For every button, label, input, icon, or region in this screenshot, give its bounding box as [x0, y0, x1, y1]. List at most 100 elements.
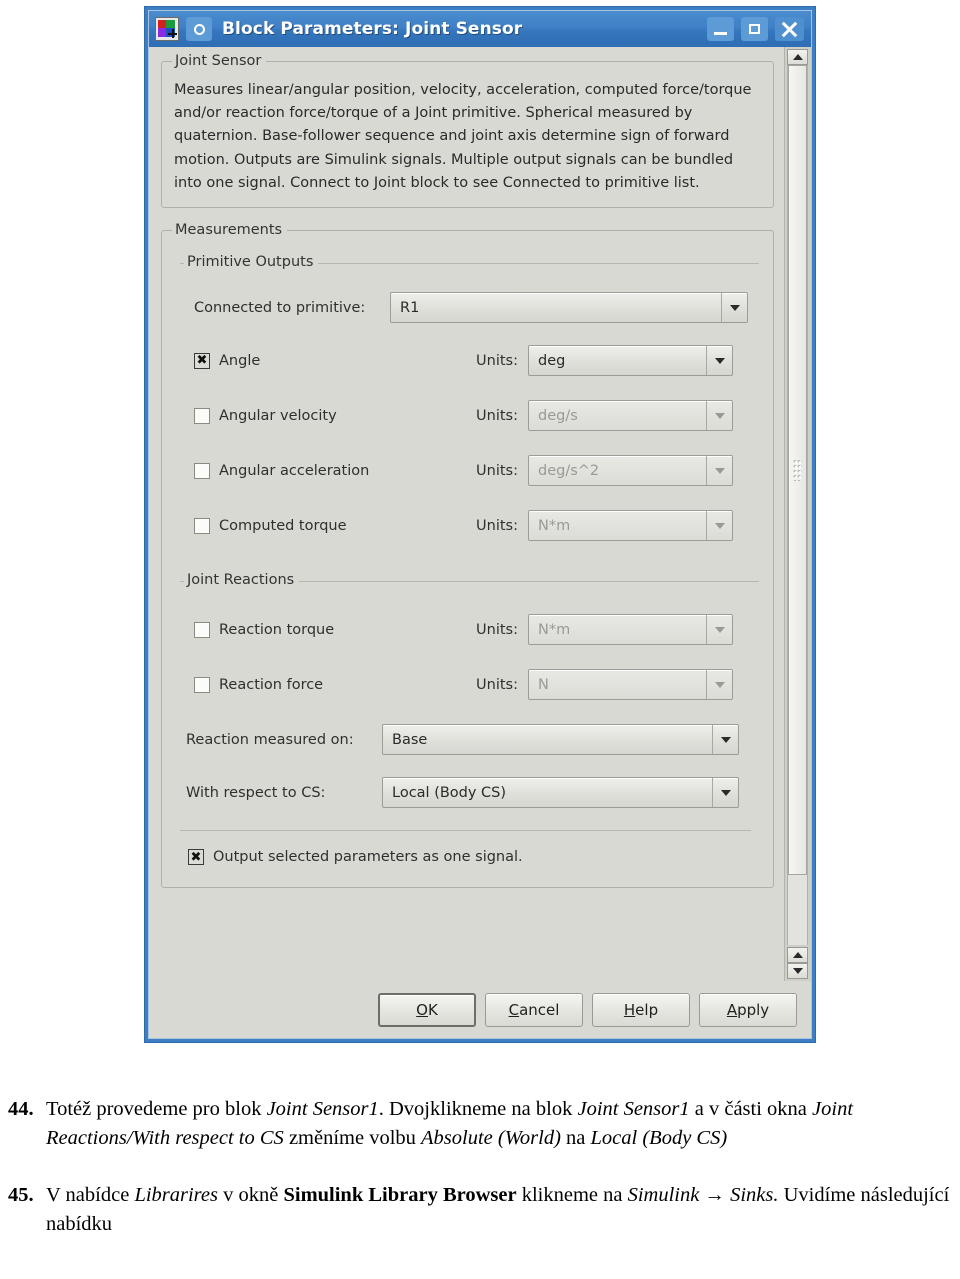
angle-label: Angle [219, 352, 261, 369]
angular-acceleration-checkbox[interactable] [194, 462, 210, 479]
reaction-force-checkbox[interactable] [194, 676, 210, 693]
connected-to-primitive-dropdown[interactable]: R1 [390, 292, 748, 324]
reaction-torque-units-value: N*m [538, 621, 571, 638]
angle-units-value: deg [538, 352, 566, 369]
apply-button-label: pply [737, 1001, 770, 1019]
units-label: Units: [476, 517, 518, 534]
joint-reactions-title: Joint Reactions [184, 572, 300, 589]
output-one-signal-checkbox[interactable]: ✖ [188, 849, 204, 866]
section-divider [180, 830, 751, 832]
maximize-button[interactable] [741, 17, 768, 41]
help-button-accel: H [623, 1001, 636, 1019]
joint-reaction-row: Reaction force Units: N [180, 669, 759, 701]
connected-to-primitive-label: Connected to primitive: [194, 299, 366, 316]
angular-acceleration-units-dropdown[interactable]: deg/s^2 [528, 455, 733, 487]
apply-button-accel: A [726, 1001, 738, 1019]
angular-velocity-checkbox-wrap[interactable]: Angular velocity [194, 407, 466, 424]
chevron-down-icon [706, 615, 732, 645]
window-controls [707, 17, 806, 41]
reaction-force-label: Reaction force [219, 676, 324, 693]
angular-acceleration-units-value: deg/s^2 [538, 462, 600, 479]
help-button-label: elp [635, 1001, 659, 1019]
angular-velocity-units-value: deg/s [538, 407, 578, 424]
circle-icon [186, 17, 212, 41]
output-one-signal-checkbox-wrap[interactable]: ✖ Output selected parameters as one sign… [188, 849, 523, 866]
primitive-output-row: ✖ Angle Units: deg [180, 345, 759, 377]
scrollbar-thumb[interactable] [788, 65, 807, 875]
primitive-output-row: Computed torque Units: N*m [180, 510, 759, 542]
help-button[interactable]: Help [592, 993, 690, 1027]
description-text: Measures linear/angular position, veloci… [174, 82, 752, 191]
measurements-group: Measurements Primitive Outputs Connected… [161, 222, 774, 889]
computed-torque-label: Computed torque [219, 517, 347, 534]
units-label: Units: [476, 352, 518, 369]
minimize-button[interactable] [707, 17, 734, 41]
angle-checkbox-wrap[interactable]: ✖ Angle [194, 352, 466, 369]
reaction-force-checkbox-wrap[interactable]: Reaction force [194, 676, 466, 693]
reaction-torque-checkbox-wrap[interactable]: Reaction torque [194, 621, 466, 638]
angular-velocity-checkbox[interactable] [194, 407, 210, 424]
scrollbar-track[interactable] [787, 65, 808, 945]
measurements-group-title: Measurements [172, 222, 288, 239]
check-mark-icon: ✖ [196, 353, 208, 369]
title-bar[interactable]: Block Parameters: Joint Sensor [149, 11, 811, 47]
cancel-button[interactable]: Cancel [485, 993, 583, 1027]
dialog-inner: Block Parameters: Joint Sensor Joint Sen… [148, 10, 812, 1039]
scroll-down-button[interactable] [787, 963, 808, 979]
chevron-down-icon [706, 456, 732, 486]
computed-torque-units-dropdown[interactable]: N*m [528, 510, 733, 542]
with-respect-to-cs-row: With respect to CS: Local (Body CS) [180, 777, 759, 809]
block-parameters-dialog: Block Parameters: Joint Sensor Joint Sen… [144, 6, 816, 1043]
reaction-force-units-dropdown[interactable]: N [528, 669, 733, 701]
dialog-button-bar: OK Cancel Help Apply [149, 981, 811, 1038]
cancel-button-accel: C [508, 1001, 520, 1019]
reaction-torque-units-dropdown[interactable]: N*m [528, 614, 733, 646]
grip-icon [793, 458, 802, 481]
scroll-up-button-bottom[interactable] [787, 947, 808, 963]
chevron-down-icon [721, 293, 747, 323]
caption-text: Totéž provedeme pro blok Joint Sensor1. … [46, 1098, 854, 1149]
reaction-torque-label: Reaction torque [219, 621, 335, 638]
chevron-down-icon [706, 401, 732, 431]
with-respect-to-cs-dropdown[interactable]: Local (Body CS) [382, 777, 739, 809]
reaction-measured-on-row: Reaction measured on: Base [180, 724, 759, 756]
reaction-measured-on-label: Reaction measured on: [186, 731, 354, 748]
apply-button[interactable]: Apply [699, 993, 797, 1027]
primitive-outputs-title: Primitive Outputs [184, 254, 319, 271]
caption-number: 45. [8, 1184, 34, 1206]
computed-torque-checkbox[interactable] [194, 517, 210, 534]
scroll-buttons-bottom [787, 947, 808, 979]
units-label: Units: [476, 676, 518, 693]
chevron-down-icon [706, 511, 732, 541]
vertical-scrollbar[interactable] [784, 47, 811, 981]
angular-velocity-units-dropdown[interactable]: deg/s [528, 400, 733, 432]
primitive-outputs-group: Primitive Outputs Connected to primitive… [180, 254, 759, 542]
computed-torque-checkbox-wrap[interactable]: Computed torque [194, 517, 466, 534]
output-one-signal-row: ✖ Output selected parameters as one sign… [172, 849, 763, 883]
check-mark-icon: ✖ [190, 849, 202, 865]
chevron-down-icon [712, 725, 738, 755]
connected-to-primitive-value: R1 [400, 299, 420, 316]
angle-units-dropdown[interactable]: deg [528, 345, 733, 377]
description-group-title: Joint Sensor [172, 53, 267, 69]
chevron-down-icon [712, 778, 738, 808]
angular-velocity-label: Angular velocity [219, 407, 337, 424]
matlab-icon [155, 17, 179, 41]
caption-number: 44. [8, 1098, 34, 1120]
scroll-up-button[interactable] [787, 49, 808, 65]
angular-acceleration-label: Angular acceleration [219, 462, 370, 479]
angular-acceleration-checkbox-wrap[interactable]: Angular acceleration [194, 462, 466, 479]
reaction-measured-on-dropdown[interactable]: Base [382, 724, 739, 756]
caption-item-45: 45. V nabídce Librarires v okně Simulink… [0, 1181, 960, 1239]
units-label: Units: [476, 621, 518, 638]
reaction-torque-checkbox[interactable] [194, 621, 210, 638]
reaction-measured-on-value: Base [392, 731, 428, 748]
close-button[interactable] [775, 17, 804, 41]
chevron-down-icon [706, 346, 732, 376]
primitive-output-row: Angular acceleration Units: deg/s^2 [180, 455, 759, 487]
angle-checkbox[interactable]: ✖ [194, 352, 210, 369]
ok-button[interactable]: OK [378, 993, 476, 1027]
joint-reactions-group: Joint Reactions Reaction torque Units: N… [180, 572, 759, 809]
connected-to-primitive-row: Connected to primitive: R1 [180, 292, 759, 324]
ok-button-label: K [427, 1001, 438, 1019]
